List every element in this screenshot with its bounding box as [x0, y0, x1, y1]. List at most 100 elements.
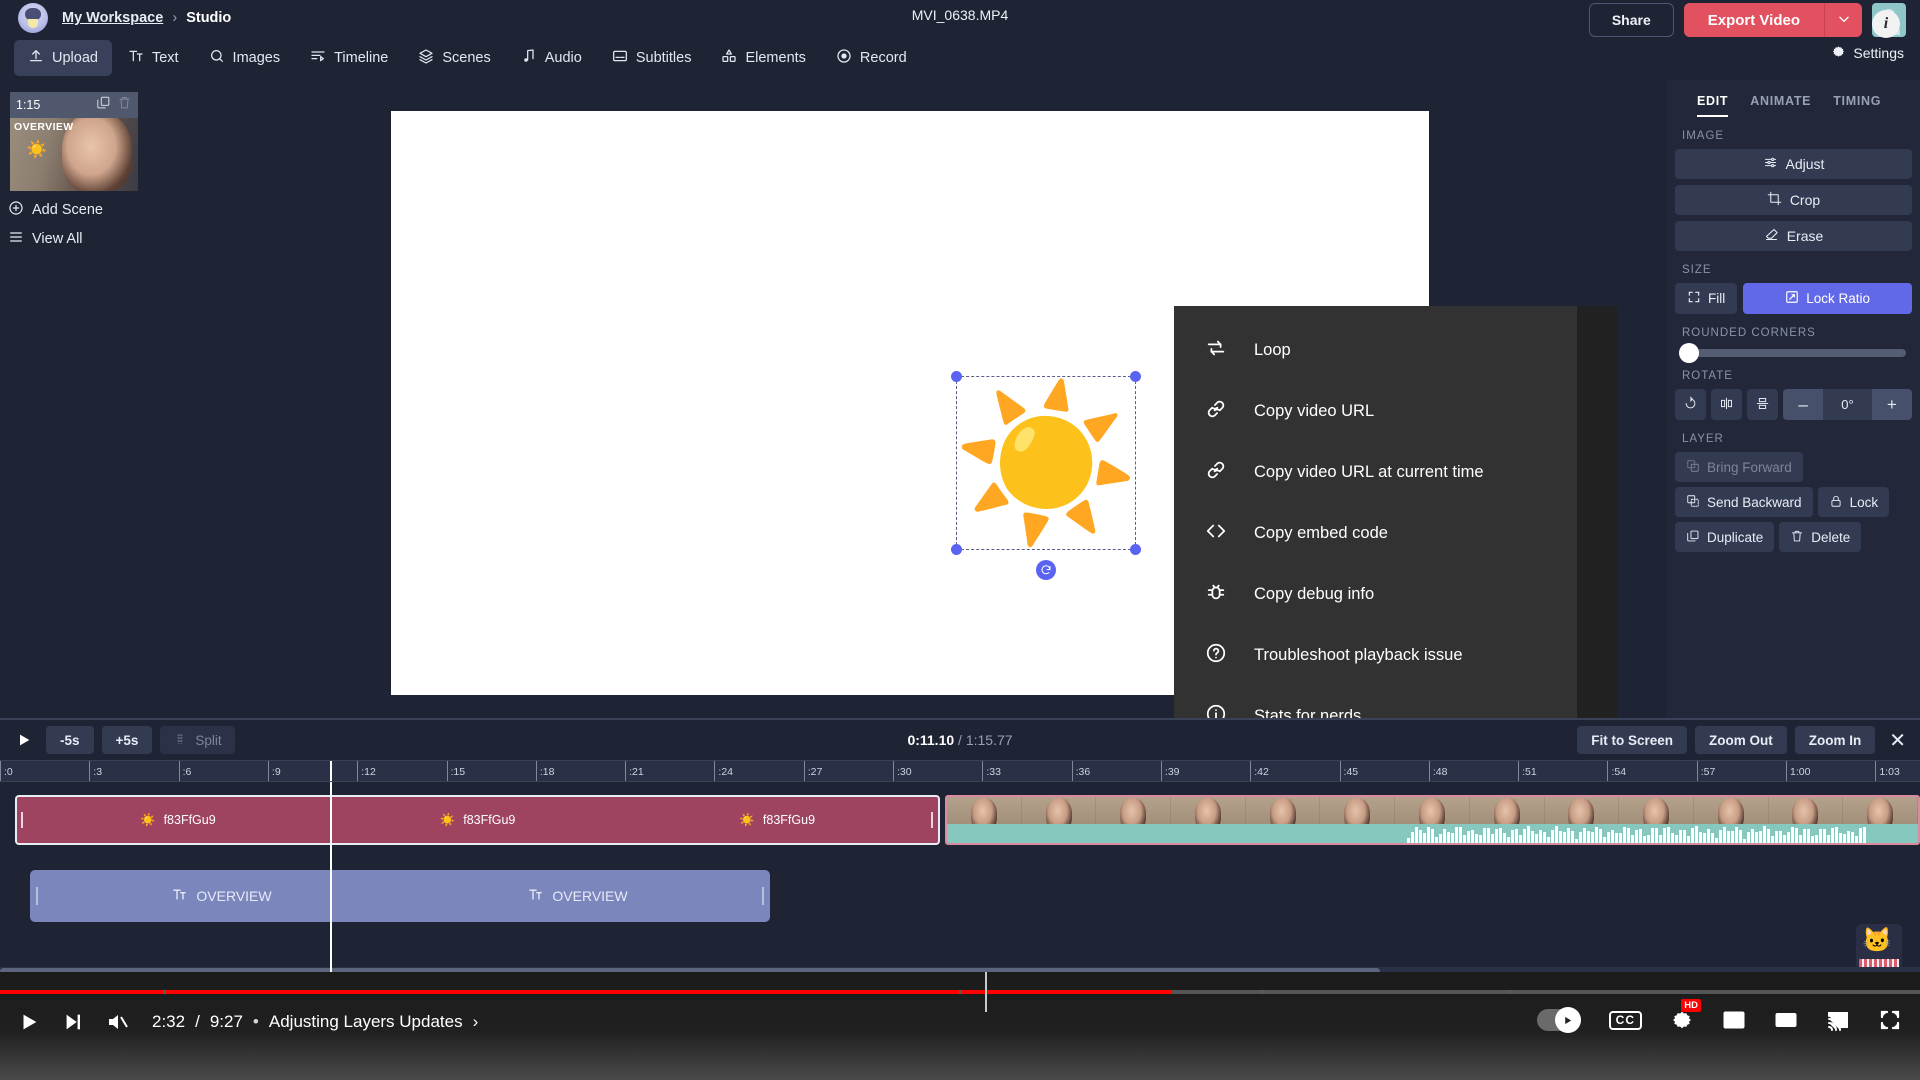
- youtube-chapter-segment[interactable]: [166, 990, 959, 994]
- split-button[interactable]: Split: [160, 726, 234, 754]
- captions-button[interactable]: CC: [1609, 1011, 1642, 1030]
- youtube-chapter-segment[interactable]: [0, 990, 163, 994]
- rounded-corners-slider[interactable]: [1681, 349, 1906, 357]
- tab-timing[interactable]: TIMING: [1833, 94, 1881, 117]
- timeline-play-button[interactable]: [10, 726, 38, 754]
- timeline-ruler[interactable]: :0:3:6:9:12:15:18:21:24:27:30:33:36:39:4…: [0, 760, 1920, 782]
- back-5s-button[interactable]: -5s: [46, 726, 94, 754]
- youtube-left-controls: 2:32 / 9:27 • Adjusting Layers Updates ›: [18, 1010, 478, 1034]
- rotate-increase-button[interactable]: +: [1872, 389, 1912, 420]
- duplicate-icon[interactable]: [96, 95, 111, 115]
- view-all-button[interactable]: View All: [0, 220, 150, 249]
- rotate-cw-button[interactable]: [1675, 389, 1706, 420]
- fill-button[interactable]: Fill: [1675, 283, 1737, 314]
- context-menu-item-copy-debug-info[interactable]: Copy debug info: [1174, 564, 1577, 625]
- context-menu-item-loop[interactable]: Loop: [1174, 320, 1577, 381]
- share-button[interactable]: Share: [1589, 3, 1674, 37]
- resize-handle-bottom-left[interactable]: [951, 544, 962, 555]
- youtube-chapter-segment[interactable]: [1264, 990, 1508, 994]
- chevron-right-icon[interactable]: ›: [473, 1012, 479, 1032]
- tab-record[interactable]: Record: [822, 40, 921, 76]
- resize-handle-top-right[interactable]: [1130, 371, 1141, 382]
- theater-button[interactable]: [1774, 1008, 1798, 1032]
- context-menu-item-troubleshoot[interactable]: Troubleshoot playback issue: [1174, 625, 1577, 686]
- timeline-video-clip[interactable]: [945, 795, 1920, 845]
- flip-vertical-button[interactable]: [1747, 389, 1778, 420]
- crop-button[interactable]: Crop: [1675, 185, 1912, 215]
- export-dropdown-button[interactable]: [1824, 3, 1862, 37]
- scene-thumbnail[interactable]: OVERVIEW ☀️: [10, 118, 138, 191]
- clip-right-handle[interactable]: [931, 812, 934, 828]
- next-button[interactable]: [62, 1011, 84, 1033]
- add-scene-button[interactable]: Add Scene: [0, 191, 150, 220]
- tab-animate[interactable]: ANIMATE: [1750, 94, 1811, 117]
- context-menu-item-copy-embed-code[interactable]: Copy embed code: [1174, 503, 1577, 564]
- flip-horizontal-button[interactable]: [1711, 389, 1742, 420]
- rounded-corners-slider-knob[interactable]: [1679, 343, 1699, 363]
- context-menu-item-copy-video-url-at-time[interactable]: Copy video URL at current time: [1174, 442, 1577, 503]
- clip-left-handle[interactable]: [21, 812, 24, 828]
- rotate-decrease-button[interactable]: –: [1783, 389, 1823, 420]
- settings-button[interactable]: HD: [1670, 1008, 1694, 1032]
- tab-edit[interactable]: EDIT: [1697, 94, 1728, 117]
- trash-icon[interactable]: [117, 95, 132, 115]
- adjust-button[interactable]: Adjust: [1675, 149, 1912, 179]
- sun-emoji[interactable]: ☀️: [953, 388, 1140, 538]
- fit-to-screen-button[interactable]: Fit to Screen: [1577, 726, 1687, 754]
- muted-volume-icon[interactable]: [106, 1010, 130, 1034]
- erase-button[interactable]: Erase: [1675, 221, 1912, 251]
- zoom-out-button[interactable]: Zoom Out: [1695, 726, 1787, 754]
- tab-elements[interactable]: Elements: [707, 40, 819, 76]
- context-menu-item-copy-video-url[interactable]: Copy video URL: [1174, 381, 1577, 442]
- video-frame: [1769, 797, 1844, 824]
- fullscreen-button[interactable]: [1878, 1008, 1902, 1032]
- scene-card[interactable]: 1:15 OVERVIEW ☀️: [10, 92, 138, 191]
- play-button[interactable]: [18, 1011, 40, 1033]
- workspace-avatar[interactable]: [18, 3, 48, 33]
- youtube-playhead: [985, 972, 987, 1012]
- cast-button[interactable]: [1826, 1008, 1850, 1032]
- lock-button[interactable]: Lock: [1818, 487, 1890, 517]
- youtube-separator: •: [253, 1012, 259, 1032]
- close-timeline-button[interactable]: ✕: [1883, 728, 1912, 753]
- tab-timeline[interactable]: Timeline: [296, 40, 402, 76]
- youtube-chapter-segment[interactable]: [1511, 990, 1920, 994]
- text-clip-right-handle[interactable]: [762, 887, 764, 905]
- text-clip-left-handle[interactable]: [36, 887, 38, 905]
- info-badge[interactable]: i: [1872, 10, 1900, 38]
- resize-handle-bottom-right[interactable]: [1130, 544, 1141, 555]
- tab-text[interactable]: Text: [114, 40, 193, 76]
- section-rotate-label: ROTATE: [1682, 370, 1912, 382]
- tab-scenes[interactable]: Scenes: [404, 40, 504, 76]
- miniplayer-button[interactable]: [1722, 1008, 1746, 1032]
- delete-button[interactable]: Delete: [1779, 522, 1861, 552]
- lock-label: Lock: [1850, 495, 1879, 510]
- breadcrumb-workspace[interactable]: My Workspace: [62, 10, 163, 26]
- tab-subtitles[interactable]: Subtitles: [598, 40, 706, 76]
- question-circle-icon: [1205, 642, 1227, 669]
- tab-upload[interactable]: Upload: [14, 40, 112, 76]
- youtube-chapter-title[interactable]: Adjusting Layers Updates: [269, 1012, 463, 1032]
- lock-ratio-button[interactable]: Lock Ratio: [1743, 283, 1912, 314]
- settings-button[interactable]: Settings: [1831, 44, 1904, 62]
- resize-handle-top-left[interactable]: [951, 371, 962, 382]
- tab-images[interactable]: Images: [195, 40, 295, 76]
- ruler-tick: :3: [89, 761, 102, 782]
- ruler-playhead[interactable]: [330, 761, 332, 781]
- bring-forward-button[interactable]: Bring Forward: [1675, 452, 1803, 482]
- youtube-chapter-segment[interactable]: [962, 990, 1261, 994]
- record-icon: [836, 48, 852, 68]
- tab-audio[interactable]: Audio: [507, 40, 596, 76]
- zoom-in-button[interactable]: Zoom In: [1795, 726, 1876, 754]
- autoplay-toggle[interactable]: [1537, 1009, 1581, 1031]
- youtube-chapters[interactable]: [0, 990, 1920, 994]
- duplicate-button[interactable]: Duplicate: [1675, 522, 1774, 552]
- timeline-playhead[interactable]: ↔: [330, 782, 332, 972]
- send-backward-button[interactable]: Send Backward: [1675, 487, 1813, 517]
- rotate-handle-icon[interactable]: [1036, 560, 1056, 580]
- timeline-image-clip[interactable]: ☀️ f83FfGu9 ☀️ f83FfGu9 ☀️ f83FfGu9: [15, 795, 940, 845]
- export-video-button[interactable]: Export Video: [1684, 3, 1824, 37]
- forward-5s-button[interactable]: +5s: [102, 726, 153, 754]
- timeline-text-clip[interactable]: OVERVIEW OVERVIEW: [30, 870, 770, 922]
- selection-box[interactable]: ☀️: [956, 376, 1136, 550]
